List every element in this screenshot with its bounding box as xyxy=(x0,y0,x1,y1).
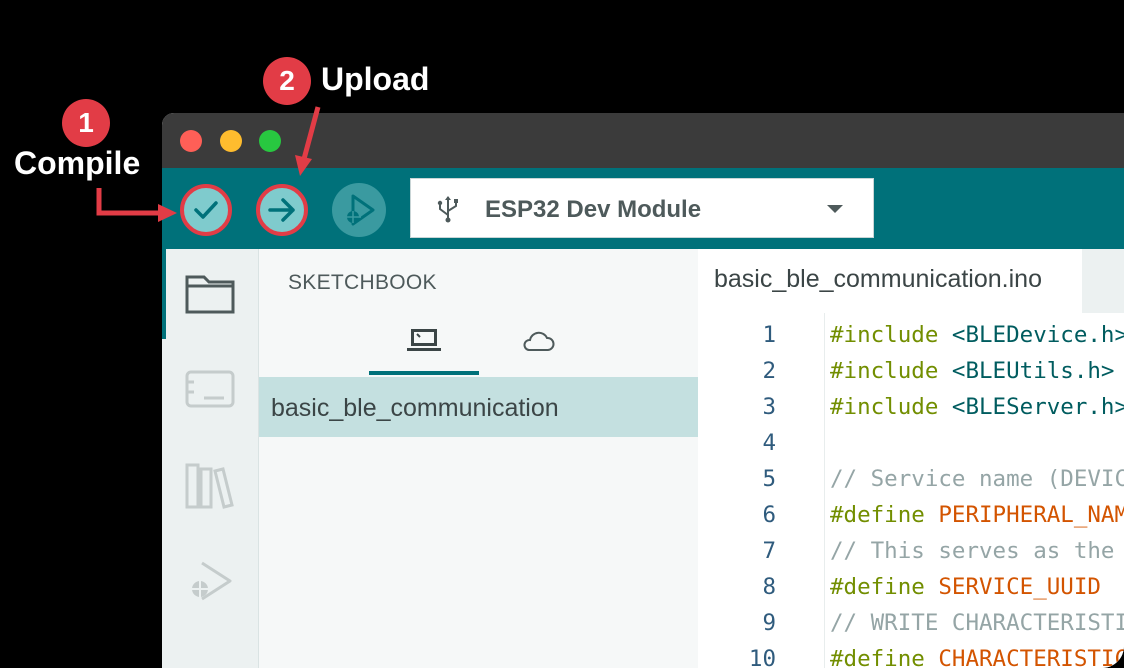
close-window-button[interactable] xyxy=(180,130,202,152)
line-text: #include <BLEUtils.h> xyxy=(830,353,1114,389)
cloud-icon xyxy=(523,331,555,351)
line-number: 2 xyxy=(762,358,776,384)
line-text: #include <BLEDevice.h> xyxy=(830,317,1124,353)
code-line[interactable]: 2 #include <BLEUtils.h> xyxy=(698,353,1124,389)
code-line[interactable]: 10 #define CHARACTERISTIC xyxy=(698,641,1124,668)
code-line[interactable]: 9 // WRITE CHARACTERISTIC xyxy=(698,605,1124,641)
upload-annotation-label: Upload xyxy=(321,61,430,97)
code-token: // Service name (DEVICE xyxy=(830,466,1124,492)
code-token: <BLEServer.h> xyxy=(951,394,1124,420)
code-token: #define xyxy=(830,574,939,600)
line-text: #define CHARACTERISTIC xyxy=(830,641,1124,668)
code-token: // This serves as the xyxy=(830,538,1115,564)
line-number: 4 xyxy=(762,430,776,456)
code-token: PERIPHERAL_NAME xyxy=(938,502,1124,528)
code-line[interactable]: 7 // This serves as the xyxy=(698,533,1124,569)
library-manager-icon[interactable] xyxy=(182,457,238,513)
code-token: CHARACTERISTIC xyxy=(938,646,1124,668)
line-number: 7 xyxy=(762,538,776,564)
line-number: 5 xyxy=(762,466,776,492)
code-line[interactable]: 4 xyxy=(698,425,1124,461)
file-tab-label: basic_ble_communication.ino xyxy=(714,265,1042,293)
code-line[interactable]: 8 #define SERVICE_UUID xyxy=(698,569,1124,605)
code-line[interactable]: 3 #include <BLEServer.h> xyxy=(698,389,1124,425)
line-text: #define PERIPHERAL_NAME xyxy=(830,497,1124,533)
tab-local-sketchbook[interactable] xyxy=(369,309,479,375)
line-number: 3 xyxy=(762,394,776,420)
sketch-name: basic_ble_communication xyxy=(271,394,559,422)
code-line[interactable]: 6 #define PERIPHERAL_NAME xyxy=(698,497,1124,533)
usb-icon xyxy=(437,196,458,223)
line-text: #include <BLEServer.h> xyxy=(830,389,1124,425)
line-number: 8 xyxy=(762,574,776,600)
code-token: SERVICE_UUID xyxy=(938,574,1101,600)
code-token: #define xyxy=(830,502,939,528)
code-editor: basic_ble_communication.ino 1 #include <B… xyxy=(698,249,1124,668)
line-number: 9 xyxy=(762,610,776,636)
code-area[interactable]: 1 #include <BLEDevice.h> 2 #include <BLEUti… xyxy=(698,313,1124,668)
line-number: 10 xyxy=(748,646,776,668)
boards-manager-icon[interactable] xyxy=(182,361,238,417)
sketch-list-item[interactable]: basic_ble_communication xyxy=(259,377,698,437)
line-text: // WRITE CHARACTERISTIC xyxy=(830,605,1124,641)
board-name: ESP32 Dev Module xyxy=(485,196,702,223)
line-number: 6 xyxy=(762,502,776,528)
sketchbook-panel: SKETCHBOOK basic_ble_communication xyxy=(259,249,698,668)
compile-arrow xyxy=(96,188,177,222)
code-token: // WRITE CHARACTERISTIC xyxy=(830,610,1124,636)
line-text: // This serves as the xyxy=(830,533,1114,569)
code-token: #include xyxy=(830,322,952,348)
code-token: #define xyxy=(830,646,939,668)
debug-icon[interactable] xyxy=(182,553,238,609)
tab-cloud-sketchbook[interactable] xyxy=(483,309,593,375)
sketchbook-title: SKETCHBOOK xyxy=(288,271,437,294)
line-number: 1 xyxy=(762,322,776,348)
upload-arrow xyxy=(295,106,321,176)
chevron-down-icon xyxy=(827,205,843,213)
compile-step-badge: 1 xyxy=(62,99,110,147)
line-text: // Service name (DEVICE xyxy=(830,461,1124,497)
tab-basic-ble-communication[interactable]: basic_ble_communication.ino xyxy=(698,249,1082,313)
minimize-window-button[interactable] xyxy=(220,130,242,152)
code-token: #include xyxy=(830,358,952,384)
editor-tab-bar: basic_ble_communication.ino xyxy=(698,249,1124,313)
activity-sidebar xyxy=(162,249,259,668)
code-line[interactable]: 1 #include <BLEDevice.h> xyxy=(698,317,1124,353)
line-text: #define SERVICE_UUID xyxy=(830,569,1101,605)
code-line[interactable]: 5 // Service name (DEVICE xyxy=(698,461,1124,497)
laptop-icon xyxy=(407,329,441,351)
screenshot-frame: 1 Compile 2 Upload ESP32 Dev Module SKET… xyxy=(0,0,1124,668)
code-token: <BLEDevice.h> xyxy=(951,322,1124,348)
code-token: <BLEUtils.h> xyxy=(951,358,1115,384)
compile-annotation-label: Compile xyxy=(14,145,141,181)
board-selector[interactable]: ESP32 Dev Module xyxy=(410,178,874,238)
code-token: #include xyxy=(830,394,952,420)
